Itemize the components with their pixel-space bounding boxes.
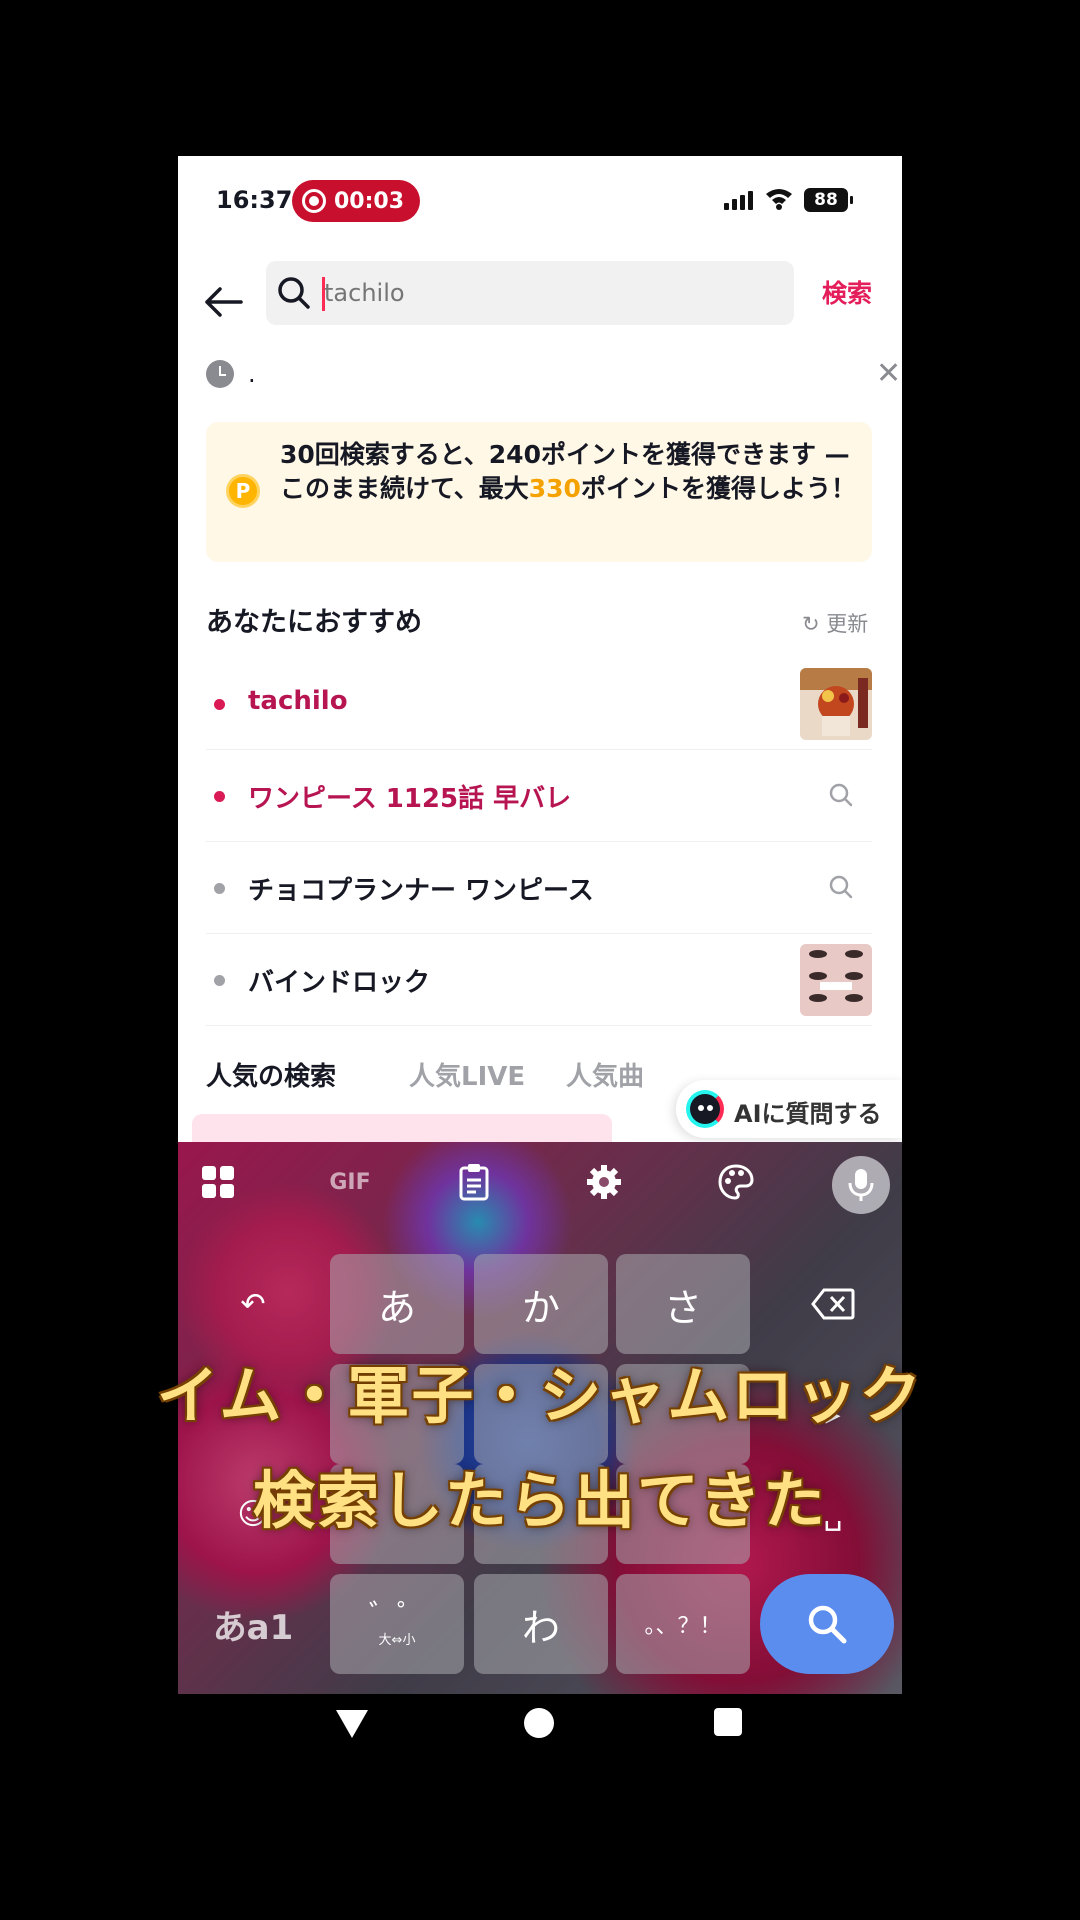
list-item-label: tachilo	[248, 686, 348, 716]
search-submit-button[interactable]: 検索	[822, 274, 872, 310]
thumbnail-image	[800, 668, 872, 740]
back-button[interactable]	[204, 274, 248, 330]
screen-recording-badge[interactable]: 00:03	[292, 180, 420, 222]
key-punctuation[interactable]: 。、？！	[616, 1574, 750, 1674]
nav-recents-icon[interactable]	[714, 1708, 742, 1736]
signal-icon	[724, 190, 753, 210]
list-item-label: チョコプランナー ワンピース	[248, 876, 594, 906]
system-nav-bar	[0, 1694, 1080, 1754]
close-icon[interactable]: ✕	[876, 356, 901, 391]
refresh-icon: ↻	[802, 612, 820, 636]
list-item[interactable]: バインドロック	[206, 934, 872, 1026]
list-item[interactable]: tachilo	[206, 658, 872, 750]
undo-icon[interactable]: ↶	[208, 1254, 298, 1354]
ask-ai-label: AIに質問する	[734, 1100, 882, 1128]
record-icon	[302, 189, 326, 213]
key-dakuten[interactable]: ゛゜ 大⇔小	[330, 1574, 464, 1674]
list-item[interactable]: ワンピース 1125話 早バレ	[206, 750, 872, 842]
refresh-label: 更新	[826, 612, 869, 636]
search-input[interactable]	[324, 261, 784, 325]
battery-indicator: 88	[804, 188, 853, 212]
wifi-icon	[764, 186, 794, 214]
key-sa[interactable]: さ	[616, 1254, 750, 1354]
ai-assistant-icon	[686, 1090, 724, 1128]
tab-popular-search[interactable]: 人気の検索	[206, 1056, 336, 1093]
recommend-title: あなたにおすすめ	[206, 607, 422, 638]
tab-popular-music[interactable]: 人気曲	[566, 1056, 644, 1093]
video-caption-line1: イム・軍子・シャムロック	[156, 1359, 924, 1432]
list-dot	[214, 883, 225, 894]
search-icon	[278, 277, 310, 309]
search-icon	[829, 783, 853, 807]
promo-text-after: ポイントを獲得しよう！	[580, 474, 856, 503]
gif-button[interactable]: GIF	[320, 1160, 380, 1204]
status-bar: 16:37 00:03 88	[178, 156, 902, 246]
clipboard-icon[interactable]	[452, 1160, 496, 1204]
list-item-label: バインドロック	[248, 968, 431, 998]
promo-highlight: 330	[528, 474, 581, 503]
history-text: .	[248, 360, 256, 388]
palette-icon[interactable]	[714, 1160, 758, 1204]
search-history-item[interactable]: . ✕	[206, 356, 901, 406]
recording-timer: 00:03	[334, 188, 405, 214]
video-caption-line2: 検索したら出てきた	[252, 1464, 828, 1537]
backspace-icon[interactable]	[788, 1254, 878, 1354]
search-icon	[829, 875, 853, 899]
list-dot	[214, 975, 225, 986]
settings-gear-icon[interactable]	[582, 1160, 626, 1204]
search-icon	[808, 1605, 847, 1644]
key-ka[interactable]: か	[474, 1254, 608, 1354]
keyboard-search-button[interactable]	[760, 1574, 894, 1674]
points-promo-banner[interactable]: P 30回検索すると、240ポイントを獲得できます — このまま続けて、最大33…	[206, 422, 872, 562]
trending-item-peek	[192, 1114, 612, 1144]
microphone-icon[interactable]	[832, 1156, 890, 1214]
trend-dot	[214, 791, 225, 802]
status-time: 16:37	[216, 186, 293, 214]
key-a[interactable]: あ	[330, 1254, 464, 1354]
apps-grid-icon[interactable]	[196, 1160, 240, 1204]
ask-ai-button[interactable]: AIに質問する	[676, 1080, 902, 1138]
dakuten-label: 大⇔小	[378, 1632, 416, 1648]
tab-popular-live[interactable]: 人気LIVE	[409, 1056, 525, 1093]
list-item[interactable]: チョコプランナー ワンピース	[206, 842, 872, 934]
arrow-left-icon	[205, 287, 243, 317]
search-field[interactable]	[266, 261, 794, 325]
clock-icon	[206, 360, 234, 388]
points-coin-icon: P	[226, 474, 260, 508]
thumbnail-image	[800, 944, 872, 1016]
input-mode-switch[interactable]: あa1	[198, 1574, 308, 1674]
nav-back-icon[interactable]	[336, 1710, 368, 1738]
refresh-button[interactable]: ↻ 更新	[802, 608, 868, 638]
promo-message: 30回検索すると、240ポイントを獲得できます — このまま続けて、最大330ポ…	[280, 438, 860, 506]
list-item-label: ワンピース 1125話 早バレ	[248, 784, 572, 814]
key-wa[interactable]: わ	[474, 1574, 608, 1674]
trend-dot	[214, 699, 225, 710]
nav-home-icon[interactable]	[524, 1708, 554, 1738]
recommend-list: tachilo ワンピース 1125話 早バレ チョコプランナー ワンピース バ…	[206, 658, 872, 1026]
